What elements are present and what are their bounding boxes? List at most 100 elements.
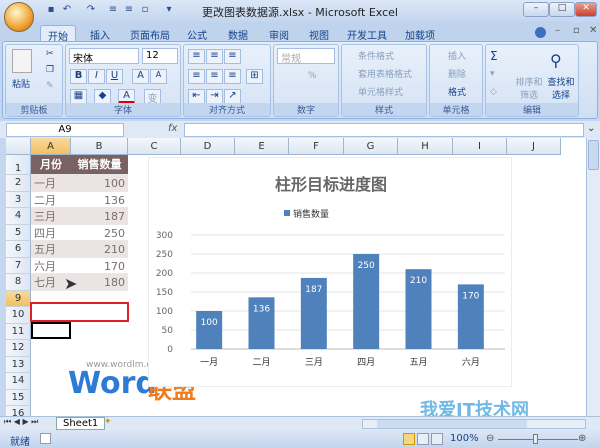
row-header-6[interactable]: 6: [6, 241, 31, 258]
row-header-7[interactable]: 7: [6, 257, 31, 274]
column-header-E[interactable]: E: [235, 138, 289, 155]
column-header-B[interactable]: B: [71, 138, 128, 155]
column-header-I[interactable]: I: [453, 138, 507, 155]
tab-insert[interactable]: 插入: [83, 25, 117, 42]
scroll-thumb[interactable]: [588, 140, 599, 170]
help-icon[interactable]: [535, 27, 546, 38]
ribbon-minimize-icon[interactable]: –: [555, 25, 560, 36]
format-cells-button[interactable]: 格式: [448, 85, 466, 98]
sales-cell[interactable]: 210: [71, 241, 128, 258]
format-as-table-button[interactable]: 套用表格格式: [358, 67, 412, 80]
undo-icon[interactable]: ↶: [60, 4, 74, 17]
formula-input[interactable]: [184, 123, 584, 137]
sort-asc-icon[interactable]: ≡: [106, 4, 120, 17]
macro-record-icon[interactable]: [40, 433, 51, 444]
zoom-slider-thumb[interactable]: [533, 434, 538, 444]
name-box[interactable]: A9: [6, 123, 124, 137]
conditional-format-button[interactable]: 条件格式: [358, 49, 394, 62]
row-header-4[interactable]: 4: [6, 208, 31, 225]
horizontal-scrollbar[interactable]: [362, 419, 586, 429]
maximize-button[interactable]: □: [549, 2, 575, 17]
sheet-nav-icons[interactable]: ⏮ ◀ ▶ ⏭: [4, 417, 38, 427]
align-top-icon[interactable]: ≡: [188, 49, 205, 64]
save-icon[interactable]: ▪: [44, 4, 58, 17]
tab-formulas[interactable]: 公式: [180, 25, 214, 42]
row-header-3[interactable]: 3: [6, 191, 31, 208]
month-cell[interactable]: 六月: [31, 258, 71, 274]
tab-home[interactable]: 开始: [40, 25, 76, 43]
month-cell[interactable]: 三月: [31, 208, 71, 225]
h-scroll-thumb[interactable]: [377, 420, 527, 428]
paste-button[interactable]: 粘贴: [12, 77, 30, 90]
align-bottom-icon[interactable]: ≡: [224, 49, 241, 64]
font-name-select[interactable]: 宋体: [69, 48, 139, 65]
sales-cell[interactable]: 170: [71, 258, 128, 274]
month-cell[interactable]: 二月: [31, 192, 71, 208]
underline-button[interactable]: U: [106, 69, 123, 84]
header-cell[interactable]: 月份: [31, 155, 71, 175]
tab-developer[interactable]: 开发工具: [340, 25, 394, 42]
column-header-A[interactable]: A: [31, 138, 71, 155]
sales-cell[interactable]: 100: [71, 175, 128, 192]
row-header-14[interactable]: 14: [6, 373, 31, 390]
row-header-8[interactable]: 8: [6, 274, 31, 291]
delete-cells-button[interactable]: 删除: [448, 67, 466, 80]
column-header-D[interactable]: D: [181, 138, 235, 155]
page-break-view-icon[interactable]: [431, 433, 443, 445]
column-header-G[interactable]: G: [344, 138, 398, 155]
format-painter-icon[interactable]: ✎: [46, 81, 54, 91]
find-select-button[interactable]: 查找和选择: [546, 75, 576, 101]
tab-page-layout[interactable]: 页面布局: [123, 25, 177, 42]
row-header-12[interactable]: 12: [6, 340, 31, 357]
zoom-slider[interactable]: [498, 439, 578, 440]
row-header-9[interactable]: 9: [6, 290, 31, 307]
row-header-11[interactable]: 11: [6, 323, 31, 340]
row-header-10[interactable]: 10: [6, 307, 31, 324]
chart[interactable]: 柱形目标进度图 销售数量 0 50 100 150 200 250 300 100 一月 136 二月 1…: [148, 157, 512, 387]
border-icon[interactable]: ▦: [70, 89, 87, 104]
font-color-button[interactable]: A: [118, 89, 135, 104]
normal-view-icon[interactable]: [403, 433, 415, 445]
column-header-J[interactable]: J: [507, 138, 561, 155]
row-header-13[interactable]: 13: [6, 356, 31, 373]
tab-view[interactable]: 视图: [302, 25, 336, 42]
align-right-icon[interactable]: ≡: [224, 69, 241, 84]
row-header-5[interactable]: 5: [6, 224, 31, 241]
orientation-icon[interactable]: ↗: [224, 89, 241, 104]
select-all-button[interactable]: [6, 138, 31, 155]
workbook-close-icon[interactable]: ✕: [589, 25, 597, 36]
align-left-icon[interactable]: ≡: [188, 69, 205, 84]
tab-review[interactable]: 审阅: [262, 25, 296, 42]
ribbon-restore-icon[interactable]: ▫: [573, 25, 580, 36]
column-header-C[interactable]: C: [128, 138, 181, 155]
shrink-font-button[interactable]: A: [150, 69, 167, 84]
redo-icon[interactable]: ↷: [84, 4, 98, 17]
sort-filter-button[interactable]: 排序和筛选: [514, 75, 544, 101]
expand-formula-icon[interactable]: ⌄: [587, 123, 595, 134]
italic-button[interactable]: I: [88, 69, 105, 84]
grow-font-button[interactable]: A: [132, 69, 149, 84]
percent-button[interactable]: %: [308, 71, 317, 81]
fx-button[interactable]: fx: [168, 123, 177, 134]
column-header-H[interactable]: H: [398, 138, 453, 155]
sheet-tab-sheet1[interactable]: Sheet1: [56, 417, 106, 430]
cut-icon[interactable]: ✂: [46, 49, 54, 59]
autosum-button[interactable]: Σ: [490, 49, 498, 63]
month-cell[interactable]: 四月: [31, 225, 71, 241]
column-header-F[interactable]: F: [289, 138, 344, 155]
tab-data[interactable]: 数据: [221, 25, 255, 42]
insert-cells-button[interactable]: 插入: [448, 49, 466, 62]
active-cell-a9[interactable]: [31, 322, 71, 339]
close-button[interactable]: ✕: [575, 2, 597, 17]
cell-styles-button[interactable]: 单元格样式: [358, 85, 403, 98]
sales-cell[interactable]: 180: [71, 274, 128, 291]
row-header-1[interactable]: 1: [6, 155, 31, 175]
office-button[interactable]: [4, 2, 34, 32]
sales-cell[interactable]: 136: [71, 192, 128, 208]
minimize-button[interactable]: –: [523, 2, 549, 17]
vertical-scrollbar[interactable]: [586, 138, 600, 416]
tab-addins[interactable]: 加载项: [398, 25, 442, 42]
increase-indent-icon[interactable]: ⇥: [206, 89, 223, 104]
zoom-in-icon[interactable]: ⊕: [578, 433, 586, 444]
row-header-2[interactable]: 2: [6, 175, 31, 192]
